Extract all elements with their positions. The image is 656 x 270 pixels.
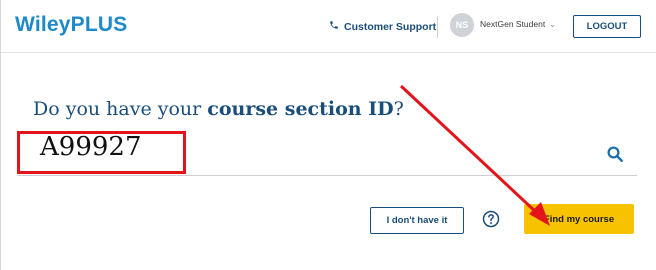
customer-support-link[interactable]: Customer Support: [329, 20, 436, 33]
page: WileyPLUS Customer Support NS NextGen St…: [0, 0, 656, 270]
no-course-id-button[interactable]: I don't have it: [370, 207, 464, 234]
course-id-question: Do you have your course section ID?: [33, 98, 404, 120]
question-prefix: Do you have your: [33, 98, 208, 120]
question-emphasis: course section ID: [207, 98, 394, 120]
phone-icon: [329, 20, 339, 33]
annotation-highlight-box: [17, 131, 186, 174]
wileyplus-logo[interactable]: WileyPLUS: [15, 13, 127, 37]
avatar[interactable]: NS: [450, 13, 474, 37]
user-menu[interactable]: NextGen Student ⌄: [480, 19, 556, 29]
header-bar: WileyPLUS Customer Support NS NextGen St…: [1, 0, 656, 53]
search-icon[interactable]: [606, 145, 624, 163]
chevron-down-icon: ⌄: [549, 19, 556, 29]
student-name: NextGen Student: [480, 19, 546, 29]
customer-support-label: Customer Support: [344, 20, 437, 33]
question-suffix: ?: [393, 98, 404, 120]
find-my-course-button[interactable]: Find my course: [524, 204, 634, 234]
help-icon[interactable]: [482, 210, 500, 228]
header-divider: [437, 16, 438, 38]
logout-button[interactable]: LOGOUT: [573, 15, 641, 38]
avatar-initials: NS: [455, 20, 469, 30]
